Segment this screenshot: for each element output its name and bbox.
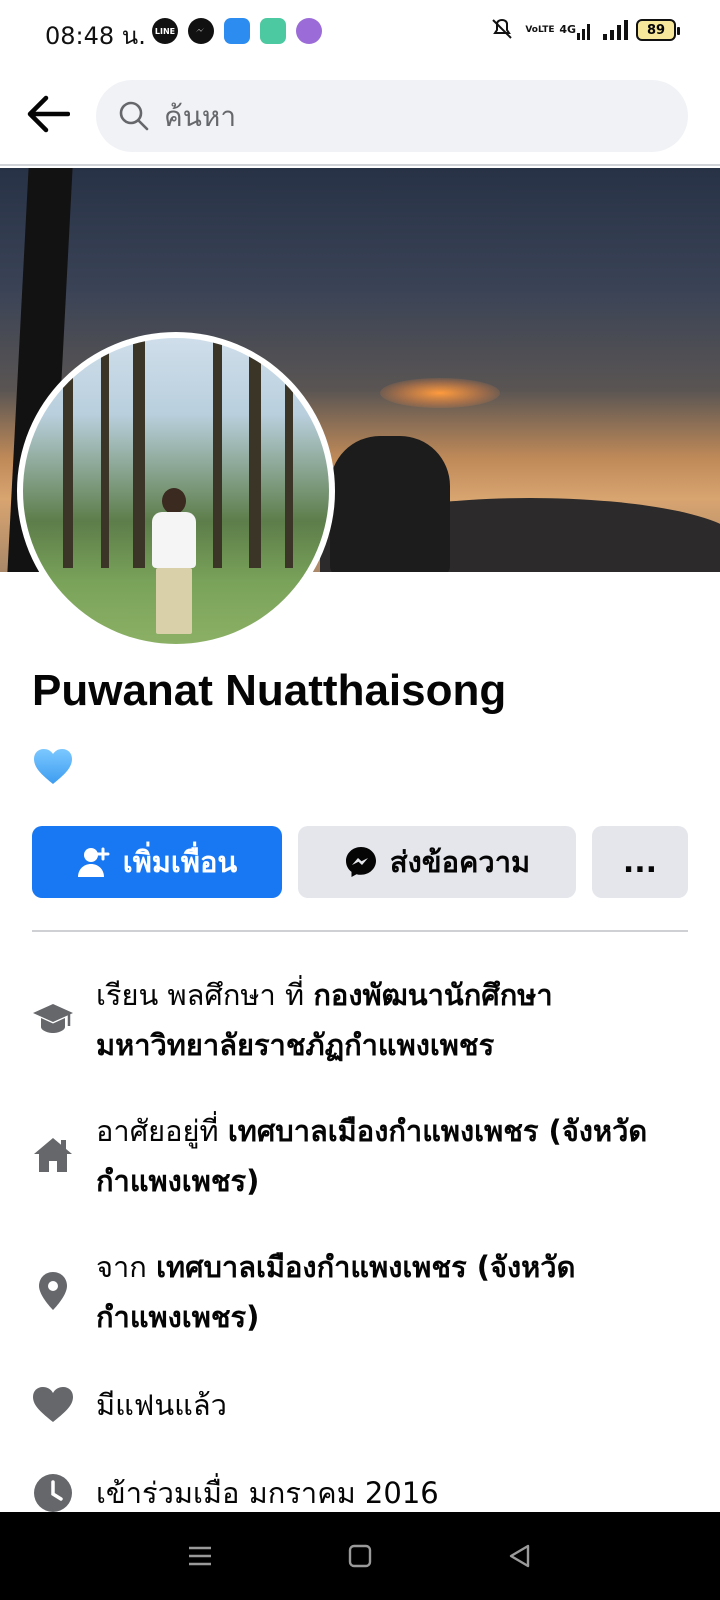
network-type: 4G xyxy=(559,18,594,42)
add-friend-label: เพิ่มเพื่อน xyxy=(122,845,238,879)
detail-relationship: มีแฟนแล้ว xyxy=(32,1380,688,1430)
back-nav-button[interactable] xyxy=(500,1536,540,1576)
avatar-tree xyxy=(213,338,222,568)
line-icon: LINE xyxy=(152,18,178,44)
home-icon xyxy=(32,1134,74,1176)
avatar-tree xyxy=(285,338,293,568)
status-bar: 08:48 น. LINE VoLTE 4G 89 xyxy=(0,0,720,64)
avatar-tree xyxy=(63,338,73,568)
system-navigation-bar xyxy=(0,1512,720,1600)
detail-lives-in: อาศัยอยู่ที่ เทศบาลเมืองกำแพงเพชร (จังหว… xyxy=(32,1106,688,1206)
app-blue-icon xyxy=(224,18,250,44)
messenger-icon xyxy=(345,847,376,877)
education-text: เรียน พลศึกษา ที่ กองพัฒนานักศึกษา มหาวิ… xyxy=(96,970,688,1070)
recent-apps-button[interactable] xyxy=(180,1536,220,1576)
detail-joined: เข้าร่วมเมื่อ มกราคม 2016 xyxy=(32,1468,688,1518)
lives-in-prefix: อาศัยอยู่ที่ xyxy=(96,1114,228,1148)
search-input[interactable] xyxy=(164,99,644,133)
profile-picture-image xyxy=(23,338,329,644)
mute-icon xyxy=(487,18,517,42)
divider xyxy=(32,930,688,932)
cover-sunset xyxy=(380,378,500,408)
signal-icon xyxy=(602,18,628,42)
detail-education: เรียน พลศึกษา ที่ กองพัฒนานักศึกษา มหาวิ… xyxy=(32,970,688,1070)
battery-indicator: 89 xyxy=(636,19,680,41)
notification-icons: LINE xyxy=(152,18,322,44)
status-time: 08:48 น. xyxy=(45,22,146,50)
triangle-back-icon xyxy=(509,1544,530,1568)
lives-in-text: อาศัยอยู่ที่ เทศบาลเมืองกำแพงเพชร (จังหว… xyxy=(96,1106,688,1206)
home-button[interactable] xyxy=(340,1536,380,1576)
more-icon: ... xyxy=(622,844,658,880)
volte-indicator: VoLTE xyxy=(525,25,555,35)
system-status: VoLTE 4G 89 xyxy=(487,18,680,42)
location-pin-icon xyxy=(32,1270,74,1312)
from-prefix: จาก xyxy=(96,1250,157,1284)
avatar-tree xyxy=(101,338,109,568)
heart-icon xyxy=(32,1384,74,1426)
profile-name: Puwanat Nuatthaisong xyxy=(32,666,507,715)
message-label: ส่งข้อความ xyxy=(389,845,531,879)
message-button[interactable]: ส่งข้อความ xyxy=(298,826,576,898)
avatar-person xyxy=(150,488,198,638)
clock-icon xyxy=(32,1472,74,1514)
top-app-bar xyxy=(0,64,720,166)
profile-picture[interactable] xyxy=(17,332,335,650)
graduation-cap-icon xyxy=(32,998,74,1040)
from-text: จาก เทศบาลเมืองกำแพงเพชร (จังหวัดกำแพงเพ… xyxy=(96,1242,688,1342)
relationship-text: มีแฟนแล้ว xyxy=(96,1388,227,1422)
detail-from: จาก เทศบาลเมืองกำแพงเพชร (จังหวัดกำแพงเพ… xyxy=(32,1242,688,1342)
from-place[interactable]: เทศบาลเมืองกำแพงเพชร (จังหวัดกำแพงเพชร) xyxy=(96,1250,575,1334)
arrow-left-icon xyxy=(27,95,70,133)
messenger-icon xyxy=(188,18,214,44)
search-bar[interactable] xyxy=(96,80,688,152)
app-green-icon xyxy=(260,18,286,44)
avatar-tree xyxy=(133,338,145,568)
square-icon xyxy=(348,1544,372,1568)
menu-icon xyxy=(189,1546,211,1566)
network-label: 4G xyxy=(559,23,576,36)
add-friend-button[interactable]: เพิ่มเพื่อน xyxy=(32,826,282,898)
cover-silhouette xyxy=(330,436,450,572)
search-icon xyxy=(119,101,149,131)
joined-text: เข้าร่วมเมื่อ มกราคม 2016 xyxy=(96,1476,439,1510)
blue-heart-icon xyxy=(32,746,74,788)
add-friend-icon xyxy=(77,847,110,877)
back-button[interactable] xyxy=(22,90,74,138)
more-options-button[interactable]: ... xyxy=(592,826,688,898)
avatar-tree xyxy=(249,338,261,568)
education-prefix: เรียน พลศึกษา ที่ xyxy=(96,978,314,1012)
app-purple-icon xyxy=(296,18,322,44)
